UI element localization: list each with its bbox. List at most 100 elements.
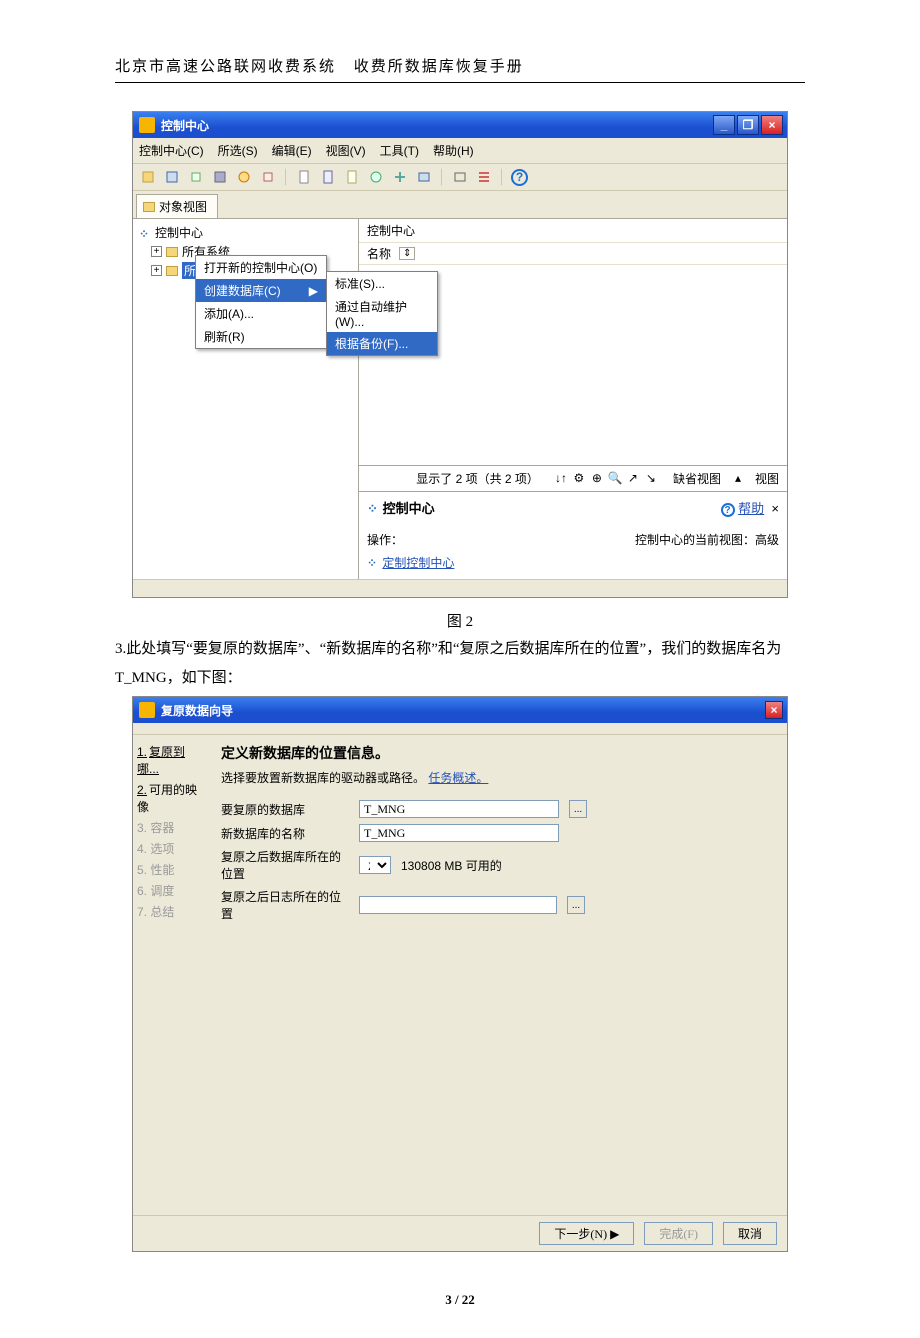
input-db[interactable] [359, 800, 559, 818]
wizard-title: 复原数据向导 [161, 702, 765, 719]
label-newname: 新数据库的名称 [221, 825, 349, 842]
step-6: 6. 调度 [137, 880, 205, 901]
tb-icon-5[interactable] [235, 168, 253, 186]
select-drive[interactable]: Z [359, 856, 391, 874]
tab-object-view[interactable]: 对象视图 [136, 194, 218, 218]
default-view-label[interactable]: 缺省视图 [673, 470, 721, 487]
tb-icon-2[interactable] [163, 168, 181, 186]
close-panel-icon[interactable]: × [771, 501, 779, 516]
next-button[interactable]: 下一步(N) ▶ [539, 1222, 634, 1245]
tb-sep-3 [501, 168, 503, 186]
mini-btn-1[interactable]: ↓↑ [553, 470, 569, 486]
status-row: 显示了 2 项（共 2 项） ↓↑ ⚙ ⊕ 🔍 ↗ ↘ 缺省视图 ▴ 视图 [359, 465, 787, 491]
app-icon [139, 702, 155, 718]
mini-btn-2[interactable]: ⚙ [571, 470, 587, 486]
tb-icon-11[interactable] [391, 168, 409, 186]
ctx-refresh[interactable]: 刷新(R) [196, 325, 326, 348]
tb-icon-3[interactable] [187, 168, 205, 186]
context-menu[interactable]: 打开新的控制中心(O) 创建数据库(C)▶ 添加(A)... 刷新(R) [195, 255, 327, 349]
menu-edit[interactable]: 编辑(E) [272, 142, 312, 159]
label-logloc: 复原之后日志所在的位置 [221, 888, 349, 922]
ctx-open[interactable]: 打开新的控制中心(O) [196, 256, 326, 279]
menu-view[interactable]: 视图(V) [326, 142, 366, 159]
tree-root-label[interactable]: 控制中心 [155, 224, 203, 241]
tb-icon-9[interactable] [343, 168, 361, 186]
close-button[interactable]: × [761, 115, 783, 135]
tb-icon-4[interactable] [211, 168, 229, 186]
tb-icon-10[interactable] [367, 168, 385, 186]
expand-icon[interactable]: + [151, 265, 162, 276]
menu-tools[interactable]: 工具(T) [380, 142, 419, 159]
step-2[interactable]: 2.可用的映像 [137, 779, 205, 817]
help-icon[interactable]: ? [511, 169, 528, 186]
doc-header: 北京市高速公路联网收费系统 收费所数据库恢复手册 [115, 55, 805, 83]
tree-root-icon [139, 227, 151, 239]
ctx-add[interactable]: 添加(A)... [196, 302, 326, 325]
task-overview-link[interactable]: 任务概述。 [428, 771, 488, 785]
step-1[interactable]: 1.复原到哪... [137, 741, 205, 779]
mini-btn-3[interactable]: ⊕ [589, 470, 605, 486]
label-dbloc: 复原之后数据库所在的位置 [221, 848, 349, 882]
window-title: 控制中心 [161, 117, 713, 134]
titlebar-2[interactable]: 复原数据向导 × [133, 697, 787, 723]
tb-icon-7[interactable] [295, 168, 313, 186]
tab-strip: 对象视图 [133, 191, 787, 219]
menu-selected[interactable]: 所选(S) [218, 142, 258, 159]
mini-btn-6[interactable]: ↘ [643, 470, 659, 486]
context-submenu[interactable]: 标准(S)... 通过自动维护(W)... 根据备份(F)... [326, 271, 438, 356]
wizard-heading: 定义新数据库的位置信息。 [221, 743, 775, 763]
tb-icon-14[interactable] [475, 168, 493, 186]
wizard-steps-nav: 1.复原到哪... 2.可用的映像 3. 容器 4. 选项 5. 性能 6. 调… [133, 735, 209, 1215]
folder-icon [143, 202, 155, 212]
wizard-subtext: 选择要放置新数据库的驱动器或路径。 任务概述。 [221, 769, 775, 786]
maximize-button[interactable]: ❐ [737, 115, 759, 135]
view-label[interactable]: 视图 [755, 470, 779, 487]
input-logloc[interactable] [359, 896, 557, 914]
tb-icon-13[interactable] [451, 168, 469, 186]
folder-icon [166, 247, 178, 257]
minimize-button[interactable]: _ [713, 115, 735, 135]
detail-area: 操作： 定制控制中心 控制中心的当前视图：高级 [359, 523, 787, 579]
wizard-main: 定义新数据库的位置信息。 选择要放置新数据库的驱动器或路径。 任务概述。 要复原… [209, 735, 787, 1215]
input-newname[interactable] [359, 824, 559, 842]
browse-log-button[interactable]: ... [567, 896, 585, 914]
sub-auto-maintain[interactable]: 通过自动维护(W)... [327, 295, 437, 332]
tb-icon-12[interactable] [415, 168, 433, 186]
sub-standard[interactable]: 标准(S)... [327, 272, 437, 295]
step-3: 3. 容器 [137, 817, 205, 838]
tb-icon-8[interactable] [319, 168, 337, 186]
col-name[interactable]: 名称 [367, 245, 391, 262]
up-arrow-icon[interactable]: ▴ [735, 471, 741, 485]
menu-bar[interactable]: 控制中心(C) 所选(S) 编辑(E) 视图(V) 工具(T) 帮助(H) [133, 138, 787, 164]
finish-button: 完成(F) [644, 1222, 713, 1245]
folder-icon [166, 266, 178, 276]
mini-btn-4[interactable]: 🔍 [607, 470, 623, 486]
doc-title-1: 北京市高速公路联网收费系统 [115, 59, 336, 75]
info-icon [367, 501, 379, 513]
tb-icon-6[interactable] [259, 168, 277, 186]
content-header: 控制中心 [359, 219, 787, 243]
sort-indicator-icon[interactable]: ⇕ [399, 247, 415, 260]
cancel-button[interactable]: 取消 [723, 1222, 777, 1245]
mini-btn-5[interactable]: ↗ [625, 470, 641, 486]
menu-help[interactable]: 帮助(H) [433, 142, 474, 159]
help-icon[interactable]: ? [721, 503, 735, 517]
customize-link[interactable]: 定制控制中心 [382, 556, 454, 570]
ctx-create-db[interactable]: 创建数据库(C)▶ [196, 279, 326, 302]
close-button[interactable]: × [765, 701, 783, 719]
tb-icon-1[interactable] [139, 168, 157, 186]
titlebar-1[interactable]: 控制中心 _ ❐ × [133, 112, 787, 138]
column-header-row[interactable]: 名称 ⇕ [359, 243, 787, 265]
status-count: 显示了 2 项（共 2 项） [416, 470, 539, 487]
expand-icon[interactable]: + [151, 246, 162, 257]
available-space: 130808 MB 可用的 [401, 857, 502, 874]
tree-pane[interactable]: 控制中心 + 所有系统 + 所有 打开新的控制中心(O) 创建数据库(C)▶ 添… [133, 219, 359, 579]
screenshot-restore-wizard: 复原数据向导 × 1.复原到哪... 2.可用的映像 3. 容器 4. 选项 5… [132, 696, 788, 1252]
tb-sep-1 [285, 168, 287, 186]
sub-from-backup[interactable]: 根据备份(F)... [327, 332, 437, 355]
step-4: 4. 选项 [137, 838, 205, 859]
menu-control-center[interactable]: 控制中心(C) [139, 142, 204, 159]
label-db: 要复原的数据库 [221, 801, 349, 818]
browse-db-button[interactable]: ... [569, 800, 587, 818]
help-link[interactable]: 帮助 [738, 501, 764, 516]
